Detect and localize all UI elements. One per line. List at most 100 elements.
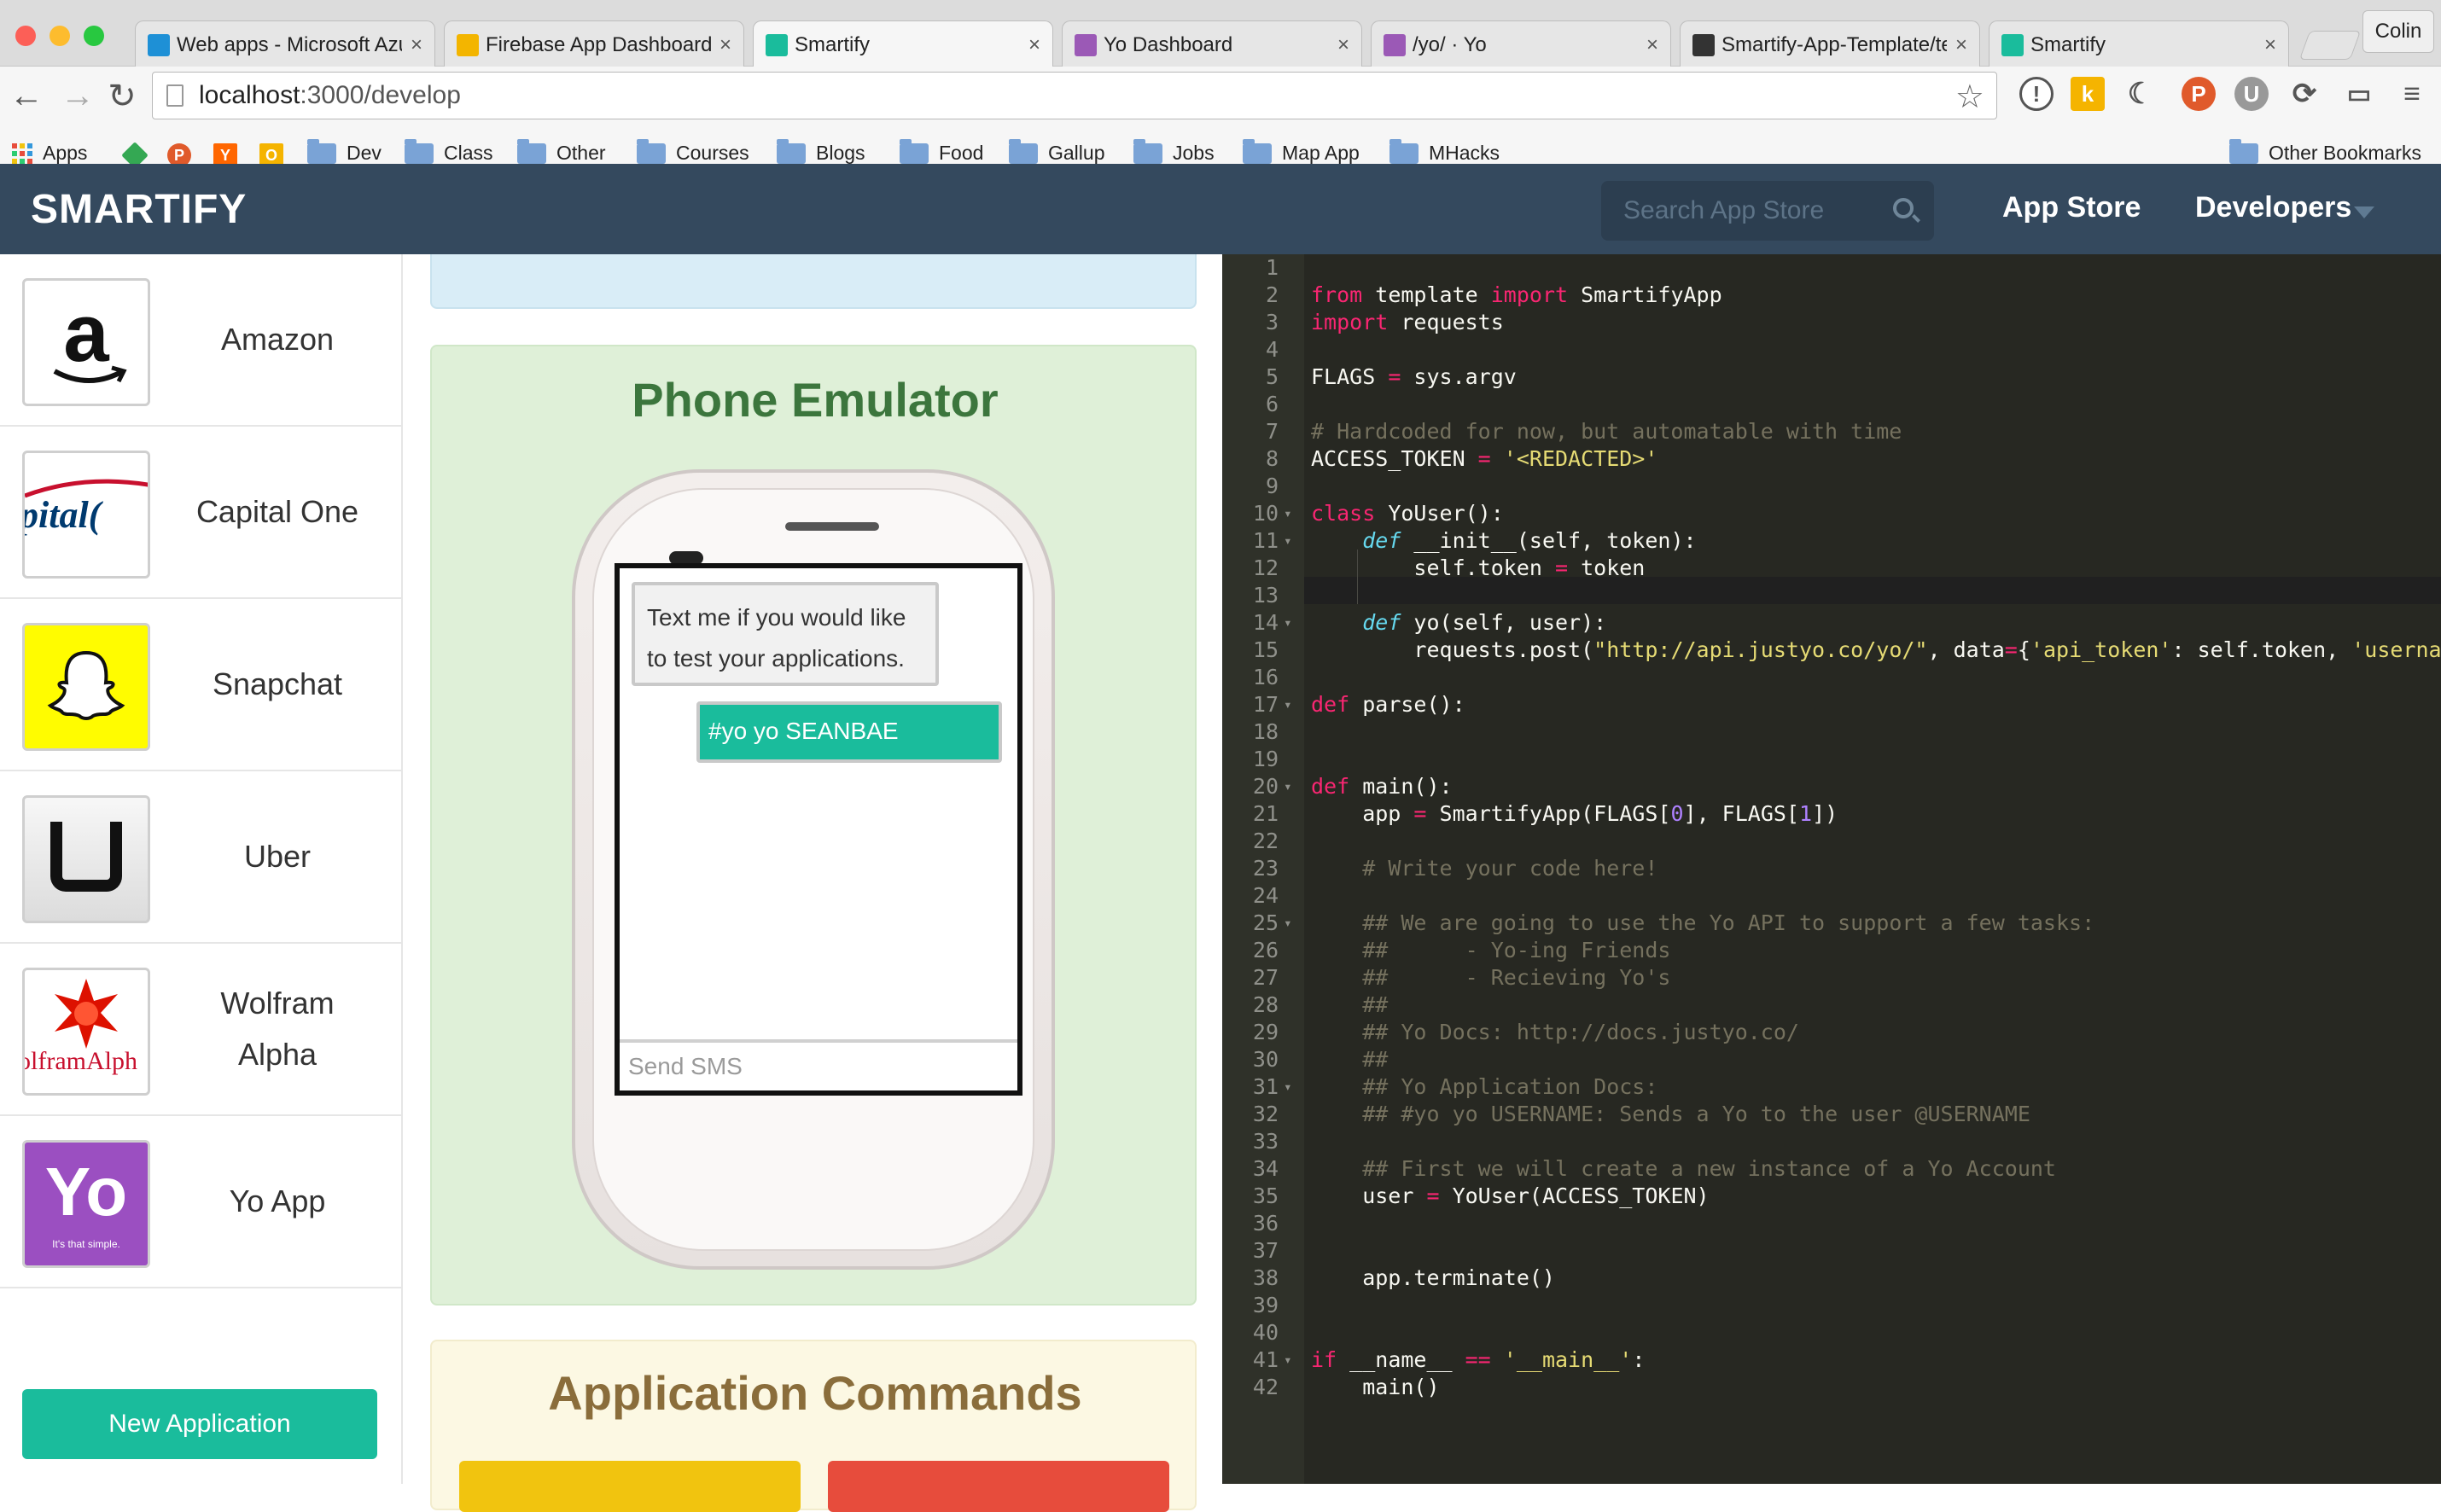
tab-close-icon[interactable]: × [1337,33,1349,57]
code-line[interactable]: ## - Recieving Yo's [1311,964,1670,992]
nav-developers[interactable]: Developers [2195,191,2351,224]
code-editor[interactable]: 1 2 from template import SmartifyApp 3 impor… [1222,254,2441,1484]
command-button-yellow[interactable] [459,1461,801,1512]
window-minimize-button[interactable] [50,26,70,46]
code-line[interactable]: ## #yo yo USERNAME: Sends a Yo to the us… [1311,1101,2030,1128]
search-icon[interactable] [1893,198,1914,218]
code-line[interactable]: if __name__ == '__main__': [1311,1346,1645,1374]
code-line[interactable]: user = YoUser(ACCESS_TOKEN) [1311,1183,1709,1210]
new-tab-button[interactable] [2298,31,2362,60]
bookmark-folder[interactable]: MHacks [1389,138,1500,165]
bookmark-folder[interactable]: Class [405,138,493,165]
sidebar-item-capital-one[interactable]: pital( Capital One [0,427,403,599]
code-line[interactable]: # Hardcoded for now, but automatable wit… [1311,418,1902,445]
bookmark-folder[interactable]: Food [900,138,983,165]
tab-close-icon[interactable]: × [1646,33,1658,57]
send-sms-input[interactable] [620,1039,1017,1090]
nav-app-store[interactable]: App Store [2002,191,2141,224]
code-token: '<REDACTED>' [1503,446,1658,471]
fold-arrow-icon[interactable]: ▾ [1284,1346,1292,1374]
address-bar[interactable]: localhost:3000/develop ☆ [152,72,1997,119]
fold-arrow-icon[interactable]: ▾ [1284,910,1292,937]
tab-close-icon[interactable]: × [411,33,422,57]
browser-tab[interactable]: Smartify-App-Template/te × [1680,20,1980,68]
fold-arrow-icon[interactable]: ▾ [1284,500,1292,527]
u-extension-icon[interactable]: U [2234,77,2269,111]
code-line[interactable]: self.token = token [1311,555,1645,582]
browser-tab[interactable]: /yo/ · Yo × [1371,20,1671,68]
code-line[interactable]: import requests [1311,309,1504,336]
profile-button[interactable]: Colin [2362,10,2434,53]
code-line[interactable]: def __init__(self, token): [1311,527,1696,555]
code-line[interactable]: ## First we will create a new instance o… [1311,1155,2056,1183]
k-extension-icon[interactable]: k [2071,77,2105,111]
browser-tab[interactable]: Web apps - Microsoft Azu × [135,20,435,68]
sidebar-item-uber[interactable]: Uber [0,771,403,944]
browser-tab[interactable]: Yo Dashboard × [1062,20,1362,68]
bookmark-folder[interactable]: Jobs [1133,138,1215,165]
bookmark-apps[interactable]: Apps [12,142,87,165]
bookmark-folder[interactable]: Other [517,138,606,165]
chevron-down-icon[interactable] [2354,206,2374,218]
tab-close-icon[interactable]: × [1955,33,1967,57]
menu-icon[interactable]: ≡ [2395,77,2429,111]
code-line[interactable]: def main(): [1311,773,1453,800]
code-line[interactable]: from template import SmartifyApp [1311,282,1722,309]
reload-button[interactable]: ↻ [101,77,143,116]
code-line[interactable]: class YoUser(): [1311,500,1504,527]
code-line[interactable] [1311,582,1413,609]
tab-close-icon[interactable]: × [719,33,731,57]
bookmark-folder[interactable]: Courses [637,138,749,165]
p-extension-icon[interactable]: P [2182,77,2216,111]
back-button[interactable]: ← [5,77,48,115]
tab-close-icon[interactable]: × [1028,33,1040,57]
code-line[interactable]: def yo(self, user): [1311,609,1606,637]
window-close-button[interactable] [15,26,36,46]
sidebar-item-yo-app[interactable]: Yo It's that simple. Yo App [0,1116,403,1288]
bookmark-other-bookmarks[interactable]: Other Bookmarks [2229,138,2421,165]
code-line[interactable]: ## We are going to use the Yo API to sup… [1311,910,2094,937]
moon-extension-icon[interactable]: ☾ [2123,77,2158,111]
code-line[interactable]: def parse(): [1311,691,1465,718]
fold-arrow-icon[interactable]: ▾ [1284,691,1292,718]
search-input[interactable] [1622,195,1878,226]
line-number: 6 [1265,392,1279,416]
browser-tab[interactable]: Firebase App Dashboard × [444,20,744,68]
browser-tab[interactable]: Smartify × [753,20,1053,68]
command-button-red[interactable] [828,1461,1169,1512]
code-line[interactable]: ## [1311,992,1388,1019]
fold-arrow-icon[interactable]: ▾ [1284,609,1292,637]
code-line[interactable]: app.terminate() [1311,1265,1555,1292]
code-line[interactable]: app = SmartifyApp(FLAGS[0], FLAGS[1]) [1311,800,1838,828]
cast-icon[interactable]: ▭ [2342,77,2376,111]
fold-arrow-icon[interactable]: ▾ [1284,527,1292,555]
code-line[interactable]: ACCESS_TOKEN = '<REDACTED>' [1311,445,1657,473]
new-application-button[interactable]: New Application [22,1389,377,1459]
code-line[interactable]: ## Yo Application Docs: [1311,1073,1657,1101]
sync-extension-icon[interactable]: ⟳ [2287,77,2322,111]
sidebar-item-snapchat[interactable]: Snapchat [0,599,403,771]
code-line[interactable]: ## Yo Docs: http://docs.justyo.co/ [1311,1019,1799,1046]
bookmark-folder[interactable]: Dev [307,138,382,165]
code-token: ## [1362,992,1389,1017]
bookmark-star-icon[interactable]: ☆ [1955,78,1984,116]
code-line[interactable]: # Write your code here! [1311,855,1657,882]
bookmark-folder[interactable]: Blogs [777,138,865,165]
sidebar-item-wolfram-alpha[interactable]: olframAlph Wolfram Alpha [0,944,403,1116]
fold-arrow-icon[interactable]: ▾ [1284,1073,1292,1101]
brand-logo[interactable]: SMARTIFY [31,186,247,233]
browser-tab[interactable]: Smartify × [1989,20,2289,68]
code-line[interactable]: ## [1311,1046,1388,1073]
sidebar-item-amazon[interactable]: a Amazon [0,254,403,427]
code-line[interactable]: main() [1311,1374,1439,1401]
code-line[interactable]: FLAGS = sys.argv [1311,363,1517,391]
info-extension-icon[interactable]: ! [2019,77,2054,111]
code-line[interactable]: requests.post("http://api.justyo.co/yo/"… [1311,637,2441,664]
bookmark-folder[interactable]: Map App [1243,138,1360,165]
bookmark-folder[interactable]: Gallup [1009,138,1104,165]
forward-button[interactable]: → [56,77,99,115]
tab-close-icon[interactable]: × [2264,33,2276,57]
code-line[interactable]: ## - Yo-ing Friends [1311,937,1670,964]
window-maximize-button[interactable] [84,26,104,46]
fold-arrow-icon[interactable]: ▾ [1284,773,1292,800]
